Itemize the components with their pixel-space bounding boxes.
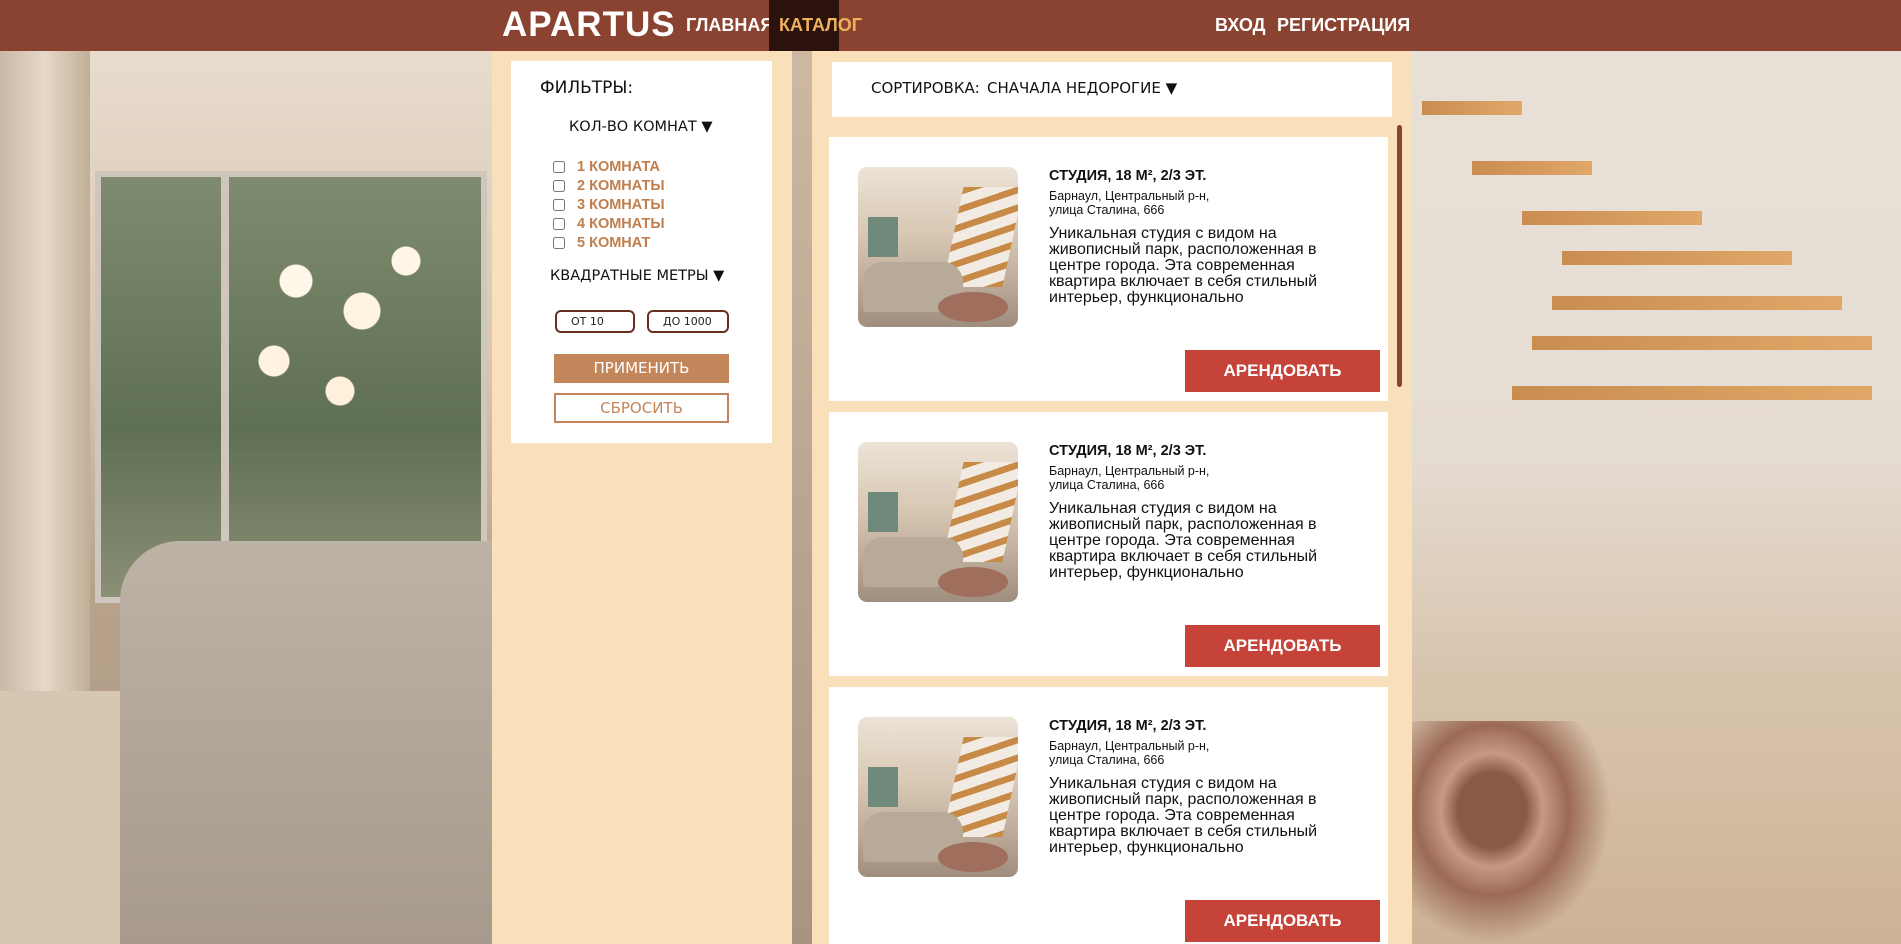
apply-filters-button[interactable]: ПРИМЕНИТЬ xyxy=(554,354,729,383)
rent-button[interactable]: АРЕНДОВАТЬ xyxy=(1185,350,1380,392)
room-option-2[interactable]: 2 КОМНАТЫ xyxy=(553,176,665,195)
nav-link-catalog[interactable]: КАТАЛОГ xyxy=(769,0,862,51)
site-logo[interactable]: APARTUS xyxy=(502,4,676,46)
area-to-input[interactable]: ДО 1000 xyxy=(647,310,729,333)
filters-title: ФИЛЬТРЫ: xyxy=(540,78,634,98)
listing-title: СТУДИЯ, 18 М², 2/3 ЭТ. xyxy=(1049,168,1207,184)
listing-description: Уникальная студия с видом на живописный … xyxy=(1049,776,1333,856)
listing-description: Уникальная студия с видом на живописный … xyxy=(1049,226,1333,306)
room-option-4[interactable]: 4 КОМНАТЫ xyxy=(553,214,665,233)
rooms-filter-toggle[interactable]: КОЛ-ВО КОМНАТ ▼ xyxy=(569,119,712,135)
sort-bar: СОРТИРОВКА: СНАЧАЛА НЕДОРОГИЕ ▼ xyxy=(832,62,1392,117)
room-option-3[interactable]: 3 КОМНАТЫ xyxy=(553,195,665,214)
room-option-1[interactable]: 1 КОМНАТА xyxy=(553,157,665,176)
background-photo-living-room xyxy=(0,51,492,944)
listing-photo[interactable] xyxy=(858,167,1018,327)
listing-photo[interactable] xyxy=(858,717,1018,877)
nav-link-home[interactable]: ГЛАВНАЯ xyxy=(676,0,783,51)
background-photo-strip xyxy=(792,51,812,944)
listing-scrollbar[interactable] xyxy=(1397,125,1402,387)
area-from-input[interactable]: ОТ 10 xyxy=(555,310,635,333)
listing-card: СТУДИЯ, 18 М², 2/3 ЭТ. Барнаул, Централь… xyxy=(829,137,1388,401)
listing-title: СТУДИЯ, 18 М², 2/3 ЭТ. xyxy=(1049,718,1207,734)
rent-button[interactable]: АРЕНДОВАТЬ xyxy=(1185,625,1380,667)
top-navigation-bar: APARTUS ГЛАВНАЯ КАТАЛОГ ВХОД РЕГИСТРАЦИЯ xyxy=(0,0,1901,51)
listing-address: Барнаул, Центральный р-н, улица Сталина,… xyxy=(1049,464,1210,492)
room-checkbox-3[interactable] xyxy=(553,198,565,211)
rooms-checkbox-list: 1 КОМНАТА 2 КОМНАТЫ 3 КОМНАТЫ 4 КОМНАТЫ … xyxy=(553,157,665,252)
listing-address: Барнаул, Центральный р-н, улица Сталина,… xyxy=(1049,739,1210,767)
login-link[interactable]: ВХОД xyxy=(1205,0,1275,51)
sort-dropdown[interactable]: СНАЧАЛА НЕДОРОГИЕ ▼ xyxy=(987,79,1177,97)
reset-filters-button[interactable]: СБРОСИТЬ xyxy=(554,393,729,423)
area-filter-toggle[interactable]: КВАДРАТНЫЕ МЕТРЫ ▼ xyxy=(550,268,724,284)
listing-card: СТУДИЯ, 18 М², 2/3 ЭТ. Барнаул, Централь… xyxy=(829,687,1388,944)
filters-panel: ФИЛЬТРЫ: КОЛ-ВО КОМНАТ ▼ 1 КОМНАТА 2 КОМ… xyxy=(511,61,772,443)
background-photo-staircase xyxy=(1412,51,1901,944)
room-checkbox-2[interactable] xyxy=(553,179,565,192)
room-checkbox-4[interactable] xyxy=(553,217,565,230)
room-checkbox-5[interactable] xyxy=(553,236,565,249)
listing-card: СТУДИЯ, 18 М², 2/3 ЭТ. Барнаул, Централь… xyxy=(829,412,1388,676)
register-link[interactable]: РЕГИСТРАЦИЯ xyxy=(1267,0,1420,51)
room-option-5[interactable]: 5 КОМНАТ xyxy=(553,233,665,252)
room-checkbox-1[interactable] xyxy=(553,160,565,173)
listing-photo[interactable] xyxy=(858,442,1018,602)
listing-description: Уникальная студия с видом на живописный … xyxy=(1049,501,1333,581)
sort-label: СОРТИРОВКА: xyxy=(871,79,980,97)
listing-list[interactable]: СТУДИЯ, 18 М², 2/3 ЭТ. Барнаул, Централь… xyxy=(829,137,1389,944)
listing-address: Барнаул, Центральный р-н, улица Сталина,… xyxy=(1049,189,1210,217)
rent-button[interactable]: АРЕНДОВАТЬ xyxy=(1185,900,1380,942)
listing-title: СТУДИЯ, 18 М², 2/3 ЭТ. xyxy=(1049,443,1207,459)
